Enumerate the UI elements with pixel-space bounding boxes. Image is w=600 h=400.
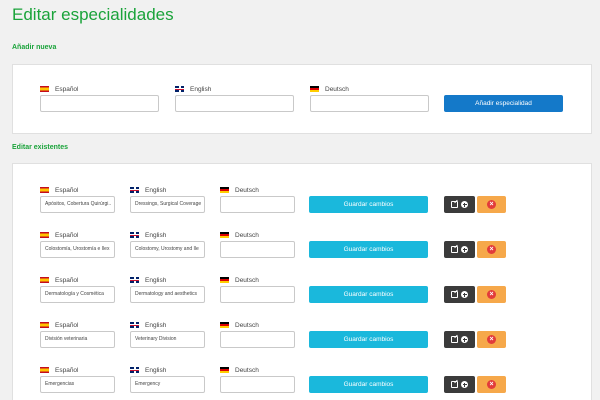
close-circle-icon: ×	[487, 245, 496, 254]
row-es-input[interactable]: Emergencias	[40, 376, 115, 393]
edit-actions-button[interactable]	[444, 196, 475, 213]
delete-button[interactable]: ×	[477, 196, 506, 213]
plus-circle-icon[interactable]	[461, 201, 468, 208]
save-changes-button[interactable]: Guardar cambios	[309, 376, 428, 393]
spain-flag-icon	[40, 322, 49, 329]
row-en-label: English	[130, 187, 166, 195]
row-en-input[interactable]: Emergency	[130, 376, 205, 393]
row-es-label: Español	[40, 187, 79, 195]
edit-actions-button[interactable]	[444, 376, 475, 393]
edit-actions-button[interactable]	[444, 331, 475, 348]
add-en-input[interactable]	[175, 95, 294, 112]
add-en-label: English	[175, 86, 211, 94]
uk-flag-icon	[175, 86, 184, 93]
uk-flag-icon	[130, 322, 139, 329]
row-de-label: Deutsch	[220, 187, 259, 195]
germany-flag-icon	[220, 277, 229, 284]
row-en-label: English	[130, 367, 166, 375]
row-en-input[interactable]: Dressings, Surgical Coverage	[130, 196, 205, 213]
edit-actions-button[interactable]	[444, 286, 475, 303]
save-changes-button[interactable]: Guardar cambios	[309, 241, 428, 258]
row-es-label: Español	[40, 322, 79, 330]
germany-flag-icon	[310, 86, 319, 93]
row-de-input[interactable]	[220, 241, 295, 258]
delete-button[interactable]: ×	[477, 241, 506, 258]
row-en-input[interactable]: Dermatology and aesthetics	[130, 286, 205, 303]
row-es-input[interactable]: Dermatología y Cosmética	[40, 286, 115, 303]
row-en-label: English	[130, 322, 166, 330]
edit-icon[interactable]	[451, 201, 458, 208]
edit-icon[interactable]	[451, 291, 458, 298]
row-es-input[interactable]: Colostomía, Urostomía e Ilex	[40, 241, 115, 258]
add-specialty-button[interactable]: Añadir especialidad	[444, 95, 563, 112]
row-de-input[interactable]	[220, 286, 295, 303]
add-de-input[interactable]	[310, 95, 429, 112]
close-circle-icon: ×	[487, 380, 496, 389]
edit-icon[interactable]	[451, 381, 458, 388]
row-es-input[interactable]: Apósitos, Cobertura Quirúrgi..	[40, 196, 115, 213]
spain-flag-icon	[40, 86, 49, 93]
edit-section-title: Editar existentes	[12, 144, 69, 151]
close-circle-icon: ×	[487, 290, 496, 299]
row-en-label: English	[130, 232, 166, 240]
edit-icon[interactable]	[451, 336, 458, 343]
germany-flag-icon	[220, 367, 229, 374]
germany-flag-icon	[220, 322, 229, 329]
row-en-input[interactable]: Colostomy, Urostomy and Ile	[130, 241, 205, 258]
close-circle-icon: ×	[487, 200, 496, 209]
row-de-label: Deutsch	[220, 232, 259, 240]
save-changes-button[interactable]: Guardar cambios	[309, 196, 428, 213]
germany-flag-icon	[220, 232, 229, 239]
add-es-label: Español	[40, 86, 79, 94]
add-de-label: Deutsch	[310, 86, 349, 94]
row-de-label: Deutsch	[220, 277, 259, 285]
uk-flag-icon	[130, 277, 139, 284]
edit-actions-button[interactable]	[444, 241, 475, 258]
row-es-label: Español	[40, 232, 79, 240]
page-title: Editar especialidades	[12, 5, 174, 24]
save-changes-button[interactable]: Guardar cambios	[309, 331, 428, 348]
spain-flag-icon	[40, 277, 49, 284]
row-de-input[interactable]	[220, 376, 295, 393]
spain-flag-icon	[40, 367, 49, 374]
add-section-title: Añadir nueva	[12, 44, 57, 51]
delete-button[interactable]: ×	[477, 331, 506, 348]
plus-circle-icon[interactable]	[461, 381, 468, 388]
uk-flag-icon	[130, 232, 139, 239]
edit-icon[interactable]	[451, 246, 458, 253]
row-en-label: English	[130, 277, 166, 285]
row-de-label: Deutsch	[220, 367, 259, 375]
plus-circle-icon[interactable]	[461, 246, 468, 253]
add-es-input[interactable]	[40, 95, 159, 112]
spain-flag-icon	[40, 232, 49, 239]
spain-flag-icon	[40, 187, 49, 194]
row-es-label: Español	[40, 367, 79, 375]
row-de-input[interactable]	[220, 331, 295, 348]
row-es-label: Español	[40, 277, 79, 285]
close-circle-icon: ×	[487, 335, 496, 344]
save-changes-button[interactable]: Guardar cambios	[309, 286, 428, 303]
row-de-label: Deutsch	[220, 322, 259, 330]
row-de-input[interactable]	[220, 196, 295, 213]
plus-circle-icon[interactable]	[461, 291, 468, 298]
delete-button[interactable]: ×	[477, 376, 506, 393]
row-en-input[interactable]: Veterinary Division	[130, 331, 205, 348]
uk-flag-icon	[130, 187, 139, 194]
germany-flag-icon	[220, 187, 229, 194]
delete-button[interactable]: ×	[477, 286, 506, 303]
plus-circle-icon[interactable]	[461, 336, 468, 343]
row-es-input[interactable]: División veterinaria	[40, 331, 115, 348]
uk-flag-icon	[130, 367, 139, 374]
